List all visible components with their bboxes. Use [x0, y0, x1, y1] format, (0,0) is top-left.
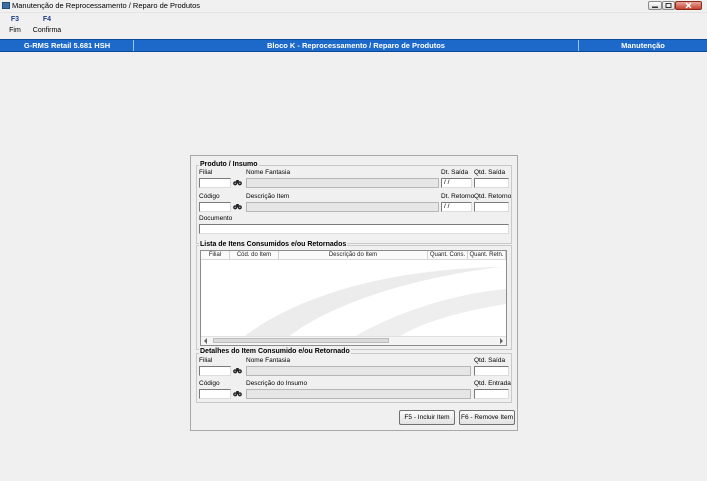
binoculars-icon[interactable] [233, 203, 242, 210]
documento-input[interactable] [199, 224, 509, 234]
incluir-item-button[interactable]: F5 - Incluir Item [399, 410, 455, 425]
binoculars-icon[interactable] [233, 367, 242, 374]
confirma-label: Confirma [32, 27, 62, 34]
qtd-retorno-label: Qtd. Retorno [474, 193, 512, 200]
close-icon [685, 2, 692, 9]
qtd-saida-input[interactable] [474, 178, 509, 188]
det-qtd-saida-label: Qtd. Saída [474, 357, 506, 364]
det-nome-fantasia-label: Nome Fantasia [246, 357, 291, 364]
col-descricao-item[interactable]: Descrição do Item [279, 251, 428, 259]
minimize-icon [652, 6, 658, 8]
list-horizontal-scrollbar[interactable] [201, 336, 506, 345]
toolbar-fim-button[interactable]: F3 Fim [5, 15, 25, 35]
status-bar: G-RMS Retail 5.681 HSH Bloco K - Reproce… [0, 39, 707, 52]
binoculars-icon[interactable] [233, 390, 242, 397]
dt-saida-input[interactable]: / / [441, 178, 472, 188]
det-codigo-label: Código [199, 380, 220, 387]
status-module: Bloco K - Reprocessamento / Reparo de Pr… [267, 41, 445, 50]
maximize-icon [665, 3, 672, 8]
fim-label: Fim [9, 27, 21, 34]
nome-fantasia-field [246, 178, 439, 188]
items-list[interactable]: Filial Cód. do Item Descrição do Item Qu… [200, 250, 507, 346]
scroll-left-icon[interactable] [203, 338, 208, 344]
watermark-logo [241, 267, 506, 339]
binoculars-icon[interactable] [233, 179, 242, 186]
qtd-retorno-input[interactable] [474, 202, 509, 212]
nome-fantasia-label: Nome Fantasia [246, 169, 291, 176]
col-codigo-item[interactable]: Cód. do Item [230, 251, 279, 259]
detalhes-title: Detalhes do Item Consumido e/ou Retornad… [199, 348, 351, 356]
dt-retorno-label: Dt. Retorno [441, 193, 475, 200]
remover-item-button[interactable]: F6 - Remove Item [459, 410, 515, 425]
det-qtd-saida-input[interactable] [474, 366, 509, 376]
qtd-entrada-label: Qtd. Entrada [474, 380, 511, 387]
lista-itens-title: Lista de Itens Consumidos e/ou Retornado… [199, 241, 348, 249]
det-nome-fantasia-field [246, 366, 471, 376]
codigo-input[interactable] [199, 202, 231, 212]
descricao-item-field [246, 202, 439, 212]
status-mode: Manutenção [621, 41, 665, 50]
descricao-item-label: Descrição Item [246, 193, 290, 200]
dt-retorno-input[interactable]: / / [441, 202, 472, 212]
title-bar: Manutenção de Reprocessamento / Reparo d… [0, 0, 707, 13]
det-filial-input[interactable] [199, 366, 231, 376]
qtd-entrada-input[interactable] [474, 389, 509, 399]
descricao-insumo-label: Descrição do Insumo [246, 380, 308, 387]
det-filial-label: Filial [199, 357, 213, 364]
produto-insumo-title: Produto / Insumo [199, 161, 259, 169]
documento-label: Documento [199, 215, 233, 222]
codigo-label: Código [199, 193, 220, 200]
qtd-saida-label: Qtd. Saída [474, 169, 506, 176]
descricao-insumo-field [246, 389, 471, 399]
fim-key: F3 [10, 16, 20, 23]
window-title: Manutenção de Reprocessamento / Reparo d… [12, 1, 201, 10]
minimize-button[interactable] [648, 1, 662, 10]
maximize-button[interactable] [662, 1, 675, 10]
toolbar-confirma-button[interactable]: F4 Confirma [30, 15, 64, 35]
filial-input[interactable] [199, 178, 231, 188]
dt-saida-label: Dt. Saída [441, 169, 469, 176]
list-header: Filial Cód. do Item Descrição do Item Qu… [201, 251, 506, 260]
confirma-key: F4 [42, 16, 52, 23]
app-icon [2, 2, 10, 9]
scroll-thumb[interactable] [213, 338, 389, 343]
det-codigo-input[interactable] [199, 389, 231, 399]
scroll-right-icon[interactable] [499, 338, 504, 344]
col-quant-cons[interactable]: Quant. Cons. [428, 251, 468, 259]
col-filial[interactable]: Filial [201, 251, 230, 259]
status-app-version: G-RMS Retail 5.681 HSH [23, 41, 111, 50]
main-form-panel: Produto / Insumo Filial Nome Fantasia Dt… [190, 155, 518, 431]
close-button[interactable] [675, 1, 702, 10]
col-quant-retn[interactable]: Quant. Retn. [468, 251, 506, 259]
filial-label: Filial [199, 169, 213, 176]
